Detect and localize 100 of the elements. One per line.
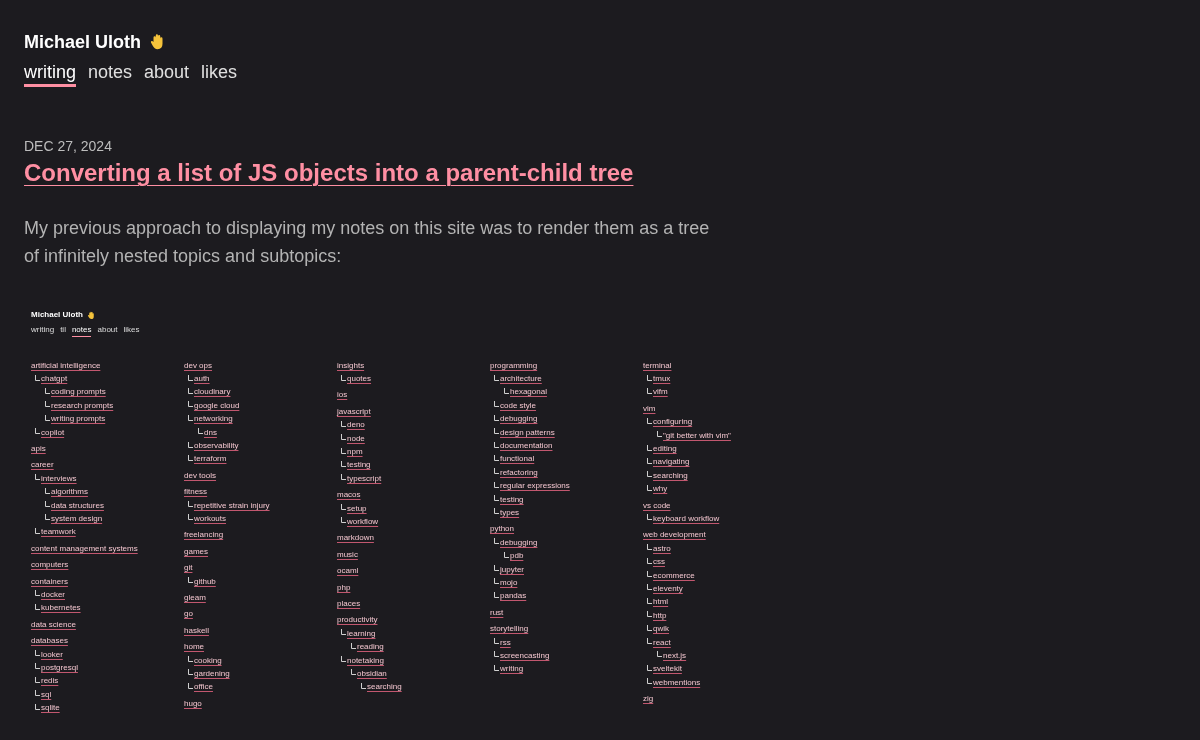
note-link[interactable]: career bbox=[31, 460, 54, 471]
note-link[interactable]: interviews bbox=[41, 473, 77, 484]
note-link[interactable]: searching bbox=[653, 470, 688, 481]
note-link[interactable]: dns bbox=[204, 427, 217, 438]
note-link[interactable]: productivity bbox=[337, 615, 378, 626]
note-link[interactable]: debugging bbox=[500, 414, 538, 425]
note-link[interactable]: office bbox=[194, 682, 213, 693]
note-link[interactable]: networking bbox=[194, 414, 233, 425]
note-link[interactable]: gleam bbox=[184, 592, 206, 603]
note-link[interactable]: writing prompts bbox=[51, 414, 106, 425]
note-link[interactable]: testing bbox=[500, 494, 524, 505]
note-link[interactable]: programming bbox=[490, 360, 538, 371]
note-link[interactable]: observability bbox=[194, 441, 239, 452]
note-link[interactable]: pdb bbox=[510, 551, 524, 562]
note-link[interactable]: rust bbox=[490, 607, 504, 618]
note-link[interactable]: architecture bbox=[500, 374, 542, 385]
note-link[interactable]: jupyter bbox=[500, 564, 524, 575]
note-link[interactable]: keyboard workflow bbox=[653, 514, 720, 524]
note-link[interactable]: chatgpt bbox=[41, 374, 68, 385]
screenshot-nav-link[interactable]: til bbox=[60, 324, 66, 337]
note-link[interactable]: next.js bbox=[663, 650, 687, 661]
note-link[interactable]: algorithms bbox=[51, 487, 88, 498]
note-link[interactable]: cloudinary bbox=[194, 387, 231, 398]
note-link[interactable]: regular expressions bbox=[500, 481, 570, 492]
note-link[interactable]: ocaml bbox=[337, 566, 359, 577]
screenshot-nav-link[interactable]: about bbox=[97, 324, 118, 337]
screenshot-nav-link[interactable]: likes bbox=[123, 324, 140, 337]
note-link[interactable]: docker bbox=[41, 589, 65, 600]
nav-link[interactable]: notes bbox=[88, 60, 133, 87]
note-link[interactable]: redis bbox=[41, 676, 59, 687]
site-title[interactable]: Michael Uloth bbox=[24, 30, 141, 54]
note-link[interactable]: reading bbox=[357, 642, 384, 653]
note-link[interactable]: mojo bbox=[500, 577, 518, 588]
note-link[interactable]: artificial intelligence bbox=[31, 360, 101, 371]
note-link[interactable]: sql bbox=[41, 689, 52, 700]
note-link[interactable]: data science bbox=[31, 619, 76, 630]
note-link[interactable]: repetitive strain injury bbox=[194, 500, 270, 511]
note-link[interactable]: navigating bbox=[653, 457, 690, 468]
note-link[interactable]: freelancing bbox=[184, 530, 224, 541]
note-link[interactable]: notetaking bbox=[347, 655, 384, 666]
note-link[interactable]: data structures bbox=[51, 500, 104, 511]
note-link[interactable]: vim bbox=[643, 403, 656, 414]
note-link[interactable]: dev tools bbox=[184, 470, 217, 481]
note-link[interactable]: debugging bbox=[500, 537, 538, 548]
note-link[interactable]: zig bbox=[643, 694, 654, 705]
note-link[interactable]: computers bbox=[31, 560, 69, 571]
note-link[interactable]: terraform bbox=[194, 454, 227, 465]
note-link[interactable]: haskell bbox=[184, 625, 209, 636]
note-link[interactable]: databases bbox=[31, 636, 68, 647]
nav-link[interactable]: writing bbox=[24, 60, 76, 87]
note-link[interactable]: documentation bbox=[500, 441, 553, 452]
note-link[interactable]: markdown bbox=[337, 533, 374, 544]
note-link[interactable]: searching bbox=[367, 682, 402, 693]
note-link[interactable]: configuring bbox=[653, 417, 693, 428]
note-link[interactable]: storytelling bbox=[490, 624, 529, 635]
note-link[interactable]: setup bbox=[347, 503, 367, 514]
note-link[interactable]: system design bbox=[51, 514, 103, 524]
note-link[interactable]: learning bbox=[347, 628, 376, 639]
note-link[interactable]: types bbox=[500, 508, 520, 518]
note-link[interactable]: workouts bbox=[194, 514, 226, 524]
note-link[interactable]: auth bbox=[194, 374, 210, 385]
post-title-link[interactable]: Converting a list of JS objects into a parent-child tree bbox=[24, 157, 634, 189]
note-link[interactable]: looker bbox=[41, 649, 63, 660]
note-link[interactable]: research prompts bbox=[51, 400, 114, 411]
note-link[interactable]: git bbox=[184, 563, 193, 574]
note-link[interactable]: tmux bbox=[653, 374, 671, 385]
note-link[interactable]: terminal bbox=[643, 360, 672, 371]
note-link[interactable]: npm bbox=[347, 447, 363, 458]
note-link[interactable]: php bbox=[337, 582, 351, 593]
note-link[interactable]: macos bbox=[337, 490, 361, 501]
note-link[interactable]: javascript bbox=[337, 406, 371, 417]
note-link[interactable]: fitness bbox=[184, 487, 208, 498]
note-link[interactable]: ios bbox=[337, 390, 348, 401]
note-link[interactable]: web development bbox=[643, 530, 706, 541]
note-link[interactable]: home bbox=[184, 642, 204, 653]
note-link[interactable]: functional bbox=[500, 454, 535, 465]
note-link[interactable]: design patterns bbox=[500, 427, 555, 438]
nav-link[interactable]: about bbox=[144, 60, 190, 87]
note-link[interactable]: webmentions bbox=[653, 677, 701, 688]
note-link[interactable]: kubernetes bbox=[41, 603, 81, 614]
note-link[interactable]: teamwork bbox=[41, 527, 76, 538]
note-link[interactable]: obsidian bbox=[357, 668, 387, 679]
note-link[interactable]: cooking bbox=[194, 655, 222, 666]
note-link[interactable]: sqlite bbox=[41, 703, 60, 714]
note-link[interactable]: node bbox=[347, 433, 365, 444]
note-link[interactable]: eleventy bbox=[653, 583, 683, 594]
note-link[interactable]: hugo bbox=[184, 698, 202, 709]
note-link[interactable]: screencasting bbox=[500, 650, 550, 661]
note-link[interactable]: hexagonal bbox=[510, 387, 547, 398]
note-link[interactable]: quotes bbox=[347, 374, 372, 385]
note-link[interactable]: why bbox=[653, 484, 668, 495]
note-link[interactable]: workflow bbox=[347, 517, 379, 527]
note-link[interactable]: react bbox=[653, 637, 671, 648]
note-link[interactable]: ecommerce bbox=[653, 570, 695, 581]
note-link[interactable]: qwik bbox=[653, 624, 669, 635]
note-link[interactable]: content management systems bbox=[31, 543, 138, 554]
note-link[interactable]: postgresql bbox=[41, 662, 78, 673]
note-link[interactable]: astro bbox=[653, 543, 671, 554]
note-link[interactable]: vifm bbox=[653, 387, 668, 398]
note-link[interactable]: games bbox=[184, 546, 208, 557]
